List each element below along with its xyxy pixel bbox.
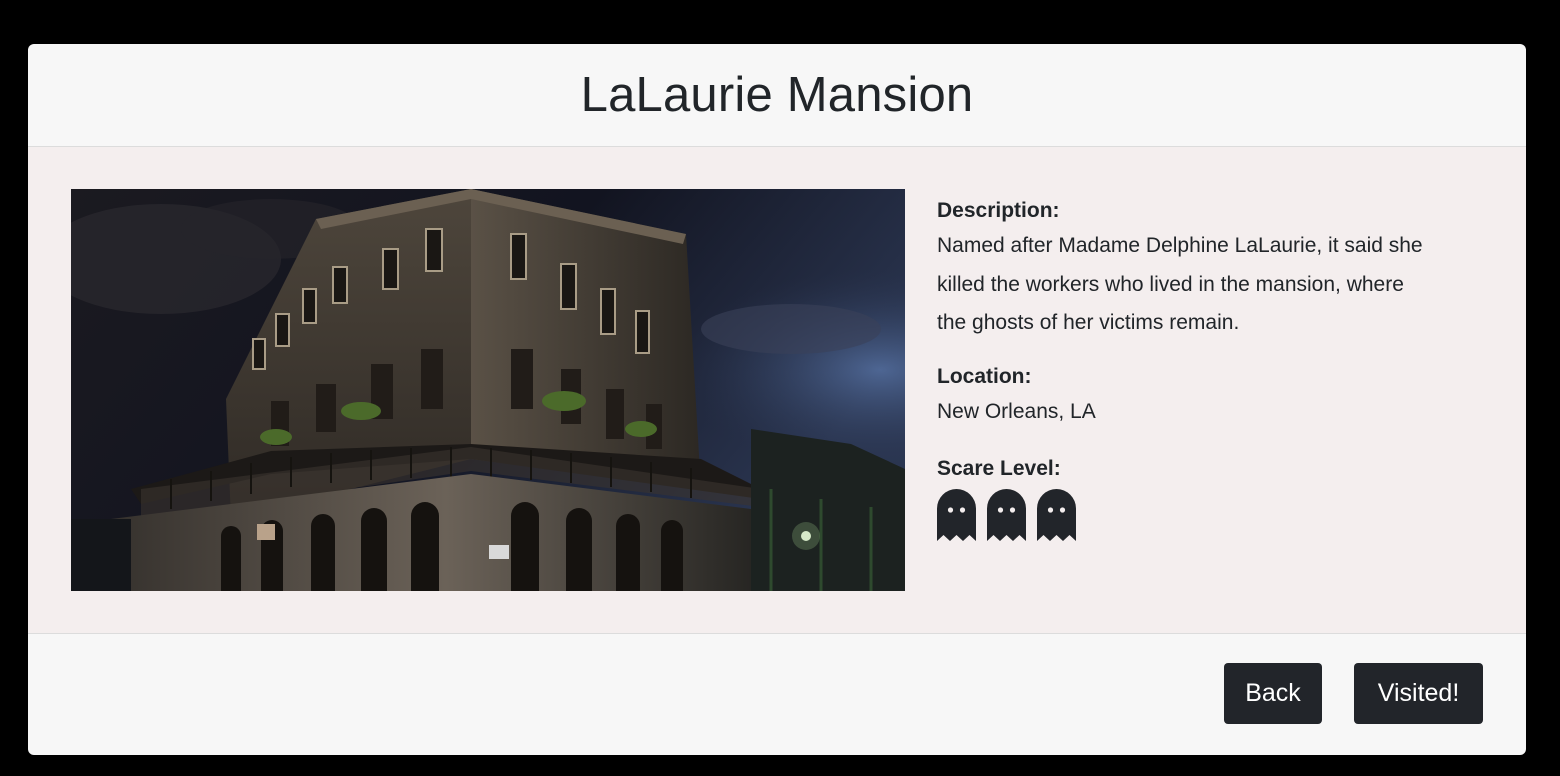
location-photo (71, 189, 905, 591)
scare-level-rating (937, 489, 1497, 541)
description-text: Named after Madame Delphine LaLaurie, it… (937, 227, 1497, 343)
modal-header: LaLaurie Mansion (28, 44, 1526, 147)
ghost-icon (937, 489, 976, 541)
location-details: Description: Named after Madame Delphine… (937, 197, 1497, 541)
description-label: Description: (937, 199, 1060, 222)
visited-button[interactable]: Visited! (1354, 663, 1483, 724)
location-modal: LaLaurie Mansion Description: Named afte… (28, 44, 1526, 755)
modal-footer: Back Visited! (28, 634, 1526, 755)
ghost-icon (1037, 489, 1076, 541)
ghost-icon (987, 489, 1026, 541)
location-label: Location: (937, 364, 1032, 388)
location-value: New Orleans, LA (937, 399, 1096, 423)
scare-level-label: Scare Level: (937, 457, 1061, 480)
description-line: killed the workers who lived in the mans… (937, 272, 1404, 296)
modal-body: Description: Named after Madame Delphine… (28, 147, 1526, 634)
modal-title: LaLaurie Mansion (580, 68, 974, 122)
back-button[interactable]: Back (1224, 663, 1322, 724)
description-line: Named after Madame Delphine LaLaurie, it… (937, 234, 1423, 257)
description-line: the ghosts of her victims remain. (937, 311, 1240, 334)
